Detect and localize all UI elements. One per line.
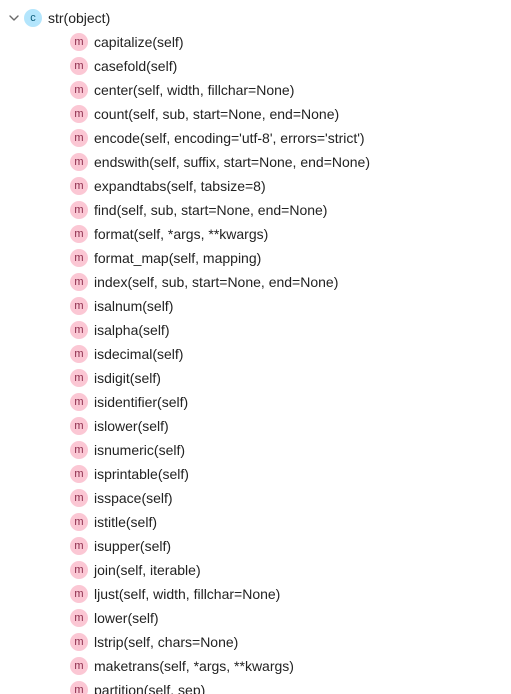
method-icon: m: [70, 609, 88, 627]
method-signature: partition(self, sep): [94, 678, 205, 694]
method-signature: islower(self): [94, 414, 169, 438]
class-icon: c: [24, 9, 42, 27]
method-signature: center(self, width, fillchar=None): [94, 78, 294, 102]
method-signature: isnumeric(self): [94, 438, 185, 462]
method-row[interactable]: m center(self, width, fillchar=None): [6, 78, 511, 102]
method-icon: m: [70, 441, 88, 459]
method-icon: m: [70, 465, 88, 483]
method-icon: m: [70, 177, 88, 195]
class-tree: c str(object) m capitalize(self) m casefold…: [0, 0, 511, 694]
method-icon: m: [70, 129, 88, 147]
method-row[interactable]: m capitalize(self): [6, 30, 511, 54]
method-signature: find(self, sub, start=None, end=None): [94, 198, 327, 222]
method-signature: casefold(self): [94, 54, 177, 78]
chevron-down-icon[interactable]: [6, 10, 22, 26]
method-icon: m: [70, 417, 88, 435]
method-row[interactable]: m format(self, *args, **kwargs): [6, 222, 511, 246]
method-row[interactable]: m istitle(self): [6, 510, 511, 534]
method-signature: format(self, *args, **kwargs): [94, 222, 268, 246]
method-row[interactable]: m partition(self, sep): [6, 678, 511, 694]
method-signature: isspace(self): [94, 486, 173, 510]
method-icon: m: [70, 345, 88, 363]
method-row[interactable]: m index(self, sub, start=None, end=None): [6, 270, 511, 294]
method-row[interactable]: m isspace(self): [6, 486, 511, 510]
method-row[interactable]: m lower(self): [6, 606, 511, 630]
method-signature: isprintable(self): [94, 462, 189, 486]
method-row[interactable]: m isalpha(self): [6, 318, 511, 342]
method-signature: lstrip(self, chars=None): [94, 630, 238, 654]
method-icon: m: [70, 81, 88, 99]
method-row[interactable]: m casefold(self): [6, 54, 511, 78]
method-row[interactable]: m endswith(self, suffix, start=None, end=…: [6, 150, 511, 174]
method-signature: encode(self, encoding='utf-8', errors='s…: [94, 126, 365, 150]
method-icon: m: [70, 633, 88, 651]
method-signature: isalnum(self): [94, 294, 173, 318]
methods-list: m capitalize(self) m casefold(self) m center(…: [6, 30, 511, 694]
method-row[interactable]: m isprintable(self): [6, 462, 511, 486]
method-signature: lower(self): [94, 606, 159, 630]
method-row[interactable]: m format_map(self, mapping): [6, 246, 511, 270]
method-row[interactable]: m encode(self, encoding='utf-8', errors='…: [6, 126, 511, 150]
method-icon: m: [70, 225, 88, 243]
method-icon: m: [70, 105, 88, 123]
method-signature: endswith(self, suffix, start=None, end=N…: [94, 150, 370, 174]
method-icon: m: [70, 201, 88, 219]
method-signature: istitle(self): [94, 510, 157, 534]
method-signature: isupper(self): [94, 534, 171, 558]
method-row[interactable]: m count(self, sub, start=None, end=None): [6, 102, 511, 126]
method-signature: isdigit(self): [94, 366, 161, 390]
class-signature: str(object): [48, 6, 110, 30]
method-row[interactable]: m islower(self): [6, 414, 511, 438]
method-signature: format_map(self, mapping): [94, 246, 261, 270]
method-icon: m: [70, 513, 88, 531]
method-signature: capitalize(self): [94, 30, 183, 54]
method-signature: index(self, sub, start=None, end=None): [94, 270, 338, 294]
method-signature: expandtabs(self, tabsize=8): [94, 174, 266, 198]
method-row[interactable]: m maketrans(self, *args, **kwargs): [6, 654, 511, 678]
method-icon: m: [70, 273, 88, 291]
method-icon: m: [70, 585, 88, 603]
method-row[interactable]: m isupper(self): [6, 534, 511, 558]
method-icon: m: [70, 537, 88, 555]
method-signature: isalpha(self): [94, 318, 169, 342]
method-signature: ljust(self, width, fillchar=None): [94, 582, 280, 606]
method-row[interactable]: m isdigit(self): [6, 366, 511, 390]
method-row[interactable]: m find(self, sub, start=None, end=None): [6, 198, 511, 222]
method-signature: isidentifier(self): [94, 390, 188, 414]
method-row[interactable]: m lstrip(self, chars=None): [6, 630, 511, 654]
method-icon: m: [70, 153, 88, 171]
method-signature: isdecimal(self): [94, 342, 183, 366]
method-icon: m: [70, 249, 88, 267]
method-row[interactable]: m expandtabs(self, tabsize=8): [6, 174, 511, 198]
method-row[interactable]: m isidentifier(self): [6, 390, 511, 414]
method-icon: m: [70, 321, 88, 339]
method-icon: m: [70, 657, 88, 675]
method-icon: m: [70, 33, 88, 51]
method-icon: m: [70, 393, 88, 411]
method-signature: join(self, iterable): [94, 558, 201, 582]
method-row[interactable]: m join(self, iterable): [6, 558, 511, 582]
method-icon: m: [70, 561, 88, 579]
method-row[interactable]: m isnumeric(self): [6, 438, 511, 462]
method-row[interactable]: m isalnum(self): [6, 294, 511, 318]
method-icon: m: [70, 681, 88, 694]
method-row[interactable]: m ljust(self, width, fillchar=None): [6, 582, 511, 606]
method-icon: m: [70, 297, 88, 315]
method-row[interactable]: m isdecimal(self): [6, 342, 511, 366]
method-signature: maketrans(self, *args, **kwargs): [94, 654, 294, 678]
class-row[interactable]: c str(object): [6, 6, 511, 30]
method-signature: count(self, sub, start=None, end=None): [94, 102, 339, 126]
method-icon: m: [70, 489, 88, 507]
method-icon: m: [70, 369, 88, 387]
method-icon: m: [70, 57, 88, 75]
